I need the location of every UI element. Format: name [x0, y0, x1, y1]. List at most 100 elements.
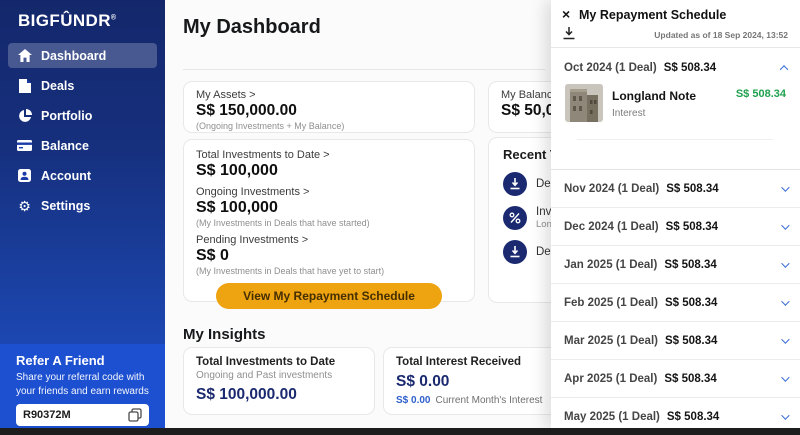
chevron-down-icon[interactable]: [781, 183, 789, 191]
repayment-month-row[interactable]: Apr 2025 (1 Deal) S$ 508.34: [551, 359, 800, 397]
bottom-bar: [0, 428, 800, 435]
repayment-month-row[interactable]: Jan 2025 (1 Deal) S$ 508.34: [551, 245, 800, 283]
month-label: Mar 2025 (1 Deal): [564, 335, 658, 347]
current-month-interest-label: Current Month's Interest: [435, 395, 542, 406]
ongoing-investments-value: S$ 100,000: [196, 199, 462, 217]
sidebar-item-label: Account: [41, 169, 91, 183]
download-icon[interactable]: [562, 26, 576, 40]
ongoing-investments-label[interactable]: Ongoing Investments >: [196, 186, 462, 198]
sidebar-item-dashboard[interactable]: Dashboard: [8, 43, 157, 68]
panel-divider: [551, 47, 800, 48]
month-amount: S$ 508.34: [666, 221, 718, 233]
pending-investments-value: S$ 0: [196, 247, 462, 265]
month-amount: S$ 508.34: [666, 183, 718, 195]
repayment-month-list: Nov 2024 (1 Deal) S$ 508.34 Dec 2024 (1 …: [551, 169, 800, 435]
repayment-month-row[interactable]: Feb 2025 (1 Deal) S$ 508.34: [551, 283, 800, 321]
referral-code-box: [16, 404, 149, 426]
header-divider: [183, 69, 545, 70]
month-amount: S$ 508.34: [667, 411, 719, 423]
repayment-month-row-expanded[interactable]: Oct 2024 (1 Deal) S$ 508.34: [551, 56, 800, 80]
pending-investments-note: (My Investments in Deals that have yet t…: [196, 266, 462, 276]
total-investments-label[interactable]: Total Investments to Date >: [196, 149, 462, 161]
sidebar-item-label: Balance: [41, 139, 89, 153]
close-icon[interactable]: ×: [562, 6, 570, 23]
app-window: BIGFÛNDR® Dashboard Deals Portfolio: [0, 0, 800, 435]
total-investments-value: S$ 100,000: [196, 162, 462, 180]
logo-trademark: ®: [111, 14, 117, 21]
insight-total-investments-card: Total Investments to Date Ongoing and Pa…: [183, 347, 375, 415]
refer-description: Share your referral code with your frien…: [16, 371, 149, 398]
home-icon: [17, 48, 32, 63]
copy-icon[interactable]: [128, 408, 142, 422]
sidebar-item-label: Deals: [41, 79, 74, 93]
refer-title: Refer A Friend: [16, 353, 149, 368]
month-amount: S$ 508.34: [664, 373, 716, 385]
month-label: Feb 2025 (1 Deal): [564, 297, 658, 309]
insight-card-value: S$ 100,000.00: [196, 386, 362, 404]
brand-logo: BIGFÛNDR®: [0, 0, 165, 31]
gear-icon: ⚙: [17, 198, 32, 213]
updated-timestamp: Updated as of 18 Sep 2024, 13:52: [654, 30, 788, 40]
user-icon: [17, 168, 32, 183]
month-amount: S$ 508.34: [665, 335, 717, 347]
pie-chart-icon: [17, 108, 32, 123]
insight-card-subtitle: Ongoing and Past investments: [196, 370, 362, 381]
sidebar-nav: Dashboard Deals Portfolio Balance: [0, 43, 165, 218]
my-assets-card[interactable]: My Assets > S$ 150,000.00 (Ongoing Inves…: [183, 81, 475, 133]
deal-name: Longland Note: [612, 89, 696, 103]
page-title: My Dashboard: [183, 16, 321, 39]
chevron-down-icon[interactable]: [781, 373, 789, 381]
total-investments-group: Total Investments to Date > S$ 100,000: [196, 149, 462, 180]
month-amount: S$ 508.34: [664, 259, 716, 271]
sidebar-item-portfolio[interactable]: Portfolio: [8, 103, 157, 128]
deal-thumbnail-image: [565, 84, 603, 122]
repayment-month-row[interactable]: Dec 2024 (1 Deal) S$ 508.34: [551, 207, 800, 245]
chevron-down-icon[interactable]: [781, 221, 789, 229]
my-assets-note: (Ongoing Investments + My Balance): [196, 121, 462, 131]
ongoing-investments-note: (My Investments in Deals that have start…: [196, 218, 462, 228]
month-label: May 2025 (1 Deal): [564, 411, 660, 423]
chevron-down-icon[interactable]: [781, 259, 789, 267]
sidebar-item-settings[interactable]: ⚙ Settings: [8, 193, 157, 218]
pending-investments-label[interactable]: Pending Investments >: [196, 234, 462, 246]
deal-row[interactable]: Longland Note Interest S$ 508.34: [565, 84, 786, 122]
deposit-icon: [503, 240, 527, 264]
ongoing-investments-group: Ongoing Investments > S$ 100,000 (My Inv…: [196, 186, 462, 228]
chevron-down-icon[interactable]: [781, 297, 789, 305]
my-assets-value: S$ 150,000.00: [196, 102, 462, 120]
my-assets-label[interactable]: My Assets >: [196, 89, 462, 101]
chevron-down-icon[interactable]: [781, 335, 789, 343]
month-amount: S$ 508.34: [664, 62, 716, 74]
repayment-schedule-panel: × My Repayment Schedule Updated as of 18…: [551, 0, 800, 428]
deal-type: Interest: [612, 108, 696, 119]
panel-title: My Repayment Schedule: [579, 8, 726, 22]
view-repayment-schedule-button[interactable]: View My Repayment Schedule: [216, 283, 442, 309]
referral-code-input[interactable]: [23, 409, 128, 421]
month-label: Oct 2024 (1 Deal): [564, 62, 657, 74]
repayment-month-row[interactable]: Mar 2025 (1 Deal) S$ 508.34: [551, 321, 800, 359]
sidebar-item-label: Dashboard: [41, 49, 106, 63]
card-icon: [17, 138, 32, 153]
chevron-up-icon[interactable]: [780, 65, 788, 73]
repayment-month-row[interactable]: Nov 2024 (1 Deal) S$ 508.34: [551, 169, 800, 207]
month-label: Nov 2024 (1 Deal): [564, 183, 659, 195]
sidebar-item-label: Settings: [41, 199, 90, 213]
investment-icon: [503, 206, 527, 230]
sidebar-item-account[interactable]: Account: [8, 163, 157, 188]
chevron-down-icon[interactable]: [781, 411, 789, 419]
month-label: Dec 2024 (1 Deal): [564, 221, 659, 233]
deposit-icon: [503, 172, 527, 196]
insight-card-title: Total Investments to Date: [196, 356, 362, 368]
sidebar-item-label: Portfolio: [41, 109, 92, 123]
pending-investments-group: Pending Investments > S$ 0 (My Investmen…: [196, 234, 462, 276]
month-amount: S$ 508.34: [665, 297, 717, 309]
investments-card: Total Investments to Date > S$ 100,000 O…: [183, 139, 475, 302]
month-label: Apr 2025 (1 Deal): [564, 373, 657, 385]
insights-title: My Insights: [183, 326, 266, 343]
deal-amount: S$ 508.34: [736, 84, 786, 122]
sidebar-item-deals[interactable]: Deals: [8, 73, 157, 98]
sidebar-item-balance[interactable]: Balance: [8, 133, 157, 158]
month-label: Jan 2025 (1 Deal): [564, 259, 657, 271]
refer-a-friend-section: Refer A Friend Share your referral code …: [0, 344, 165, 428]
current-month-interest-value: S$ 0.00: [396, 395, 430, 406]
